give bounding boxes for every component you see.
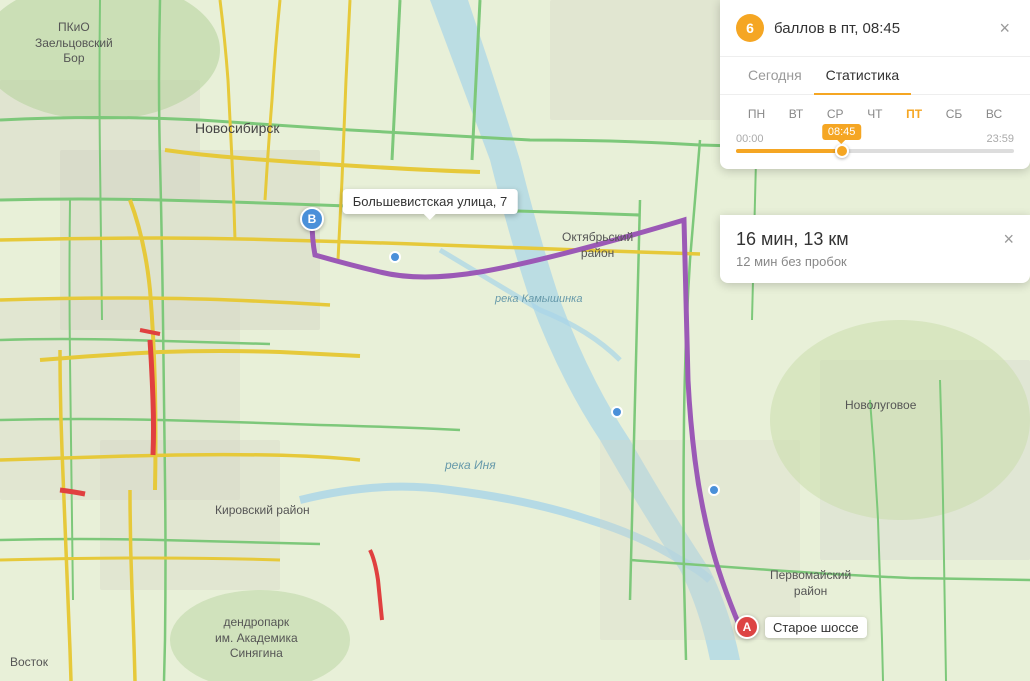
slider-tooltip: 08:45 [822, 124, 862, 140]
day-cht[interactable]: ЧТ [863, 105, 886, 123]
traffic-score-badge: 6 [736, 14, 764, 42]
balloon-text: Большевистская улица, 7 [353, 194, 508, 209]
time-start: 00:00 [736, 133, 764, 145]
time-labels: 00:00 23:59 [736, 133, 1014, 145]
route-header: 16 мин, 13 км × [736, 229, 1014, 250]
time-end: 23:59 [986, 133, 1014, 145]
route-no-traffic-time: 12 мин без пробок [736, 254, 1014, 269]
traffic-panel: 6 баллов в пт, 08:45 × Сегодня Статистик… [720, 0, 1030, 169]
time-slider-container: 00:00 23:59 08:45 [720, 129, 1030, 169]
traffic-close-button[interactable]: × [995, 19, 1014, 37]
day-vs[interactable]: ВС [982, 105, 1006, 123]
traffic-tabs: Сегодня Статистика [720, 57, 1030, 95]
route-time-distance: 16 мин, 13 км [736, 229, 849, 250]
day-sr[interactable]: СР [823, 105, 848, 123]
day-pn[interactable]: ПН [744, 105, 769, 123]
marker-a-group: А Старое шоссе [735, 615, 867, 639]
day-pt[interactable]: ПТ [902, 105, 926, 123]
days-row: ПН ВТ СР ЧТ ПТ СБ ВС [720, 95, 1030, 129]
slider-filled [736, 149, 842, 153]
day-vt[interactable]: ВТ [785, 105, 808, 123]
route-close-button[interactable]: × [1003, 229, 1014, 250]
slider-thumb-container: 08:45 [835, 144, 849, 158]
tab-stats[interactable]: Статистика [814, 57, 912, 95]
traffic-header: 6 баллов в пт, 08:45 × [720, 0, 1030, 57]
marker-a-label: Старое шоссе [765, 617, 867, 638]
traffic-title: баллов в пт, 08:45 [774, 20, 995, 37]
route-panel: 16 мин, 13 км × 12 мин без пробок [720, 215, 1030, 283]
map-container[interactable]: ПКиОЗаельцовскийБор Новосибирск Октябрьс… [0, 0, 1030, 681]
address-balloon: Большевистская улица, 7 [343, 189, 518, 214]
tab-today[interactable]: Сегодня [736, 57, 814, 95]
marker-a[interactable]: А [735, 615, 759, 639]
day-sb[interactable]: СБ [942, 105, 967, 123]
slider-track[interactable]: 08:45 [736, 149, 1014, 153]
marker-b[interactable]: В [300, 207, 324, 231]
